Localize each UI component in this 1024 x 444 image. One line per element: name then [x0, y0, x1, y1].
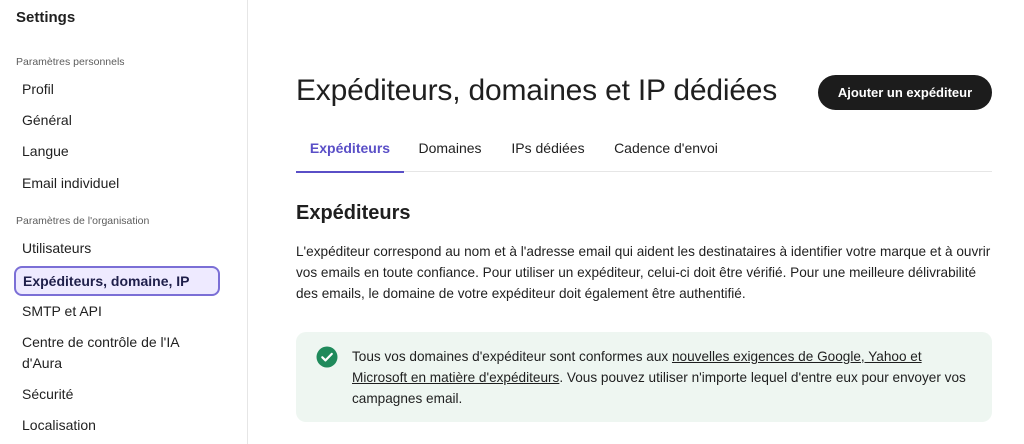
sidebar-item-langue[interactable]: Langue	[14, 141, 220, 162]
sidebar-item-centre-controle-ia[interactable]: Centre de contrôle de l'IA d'Aura	[14, 332, 220, 374]
compliance-alert: Tous vos domaines d'expéditeur sont conf…	[296, 332, 992, 422]
sidebar-item-profil[interactable]: Profil	[14, 79, 220, 100]
section-description: L'expéditeur correspond au nom et à l'ad…	[296, 244, 991, 301]
tab-ips-dediees[interactable]: IPs dédiées	[505, 128, 591, 172]
alert-text-before: Tous vos domaines d'expéditeur sont conf…	[352, 349, 672, 364]
org-settings-label: Paramètres de l'organisation	[16, 215, 150, 227]
tab-domaines[interactable]: Domaines	[413, 128, 487, 172]
tab-expediteurs[interactable]: Expéditeurs	[296, 128, 404, 173]
add-sender-button[interactable]: Ajouter un expéditeur	[818, 75, 992, 110]
check-circle-icon	[316, 346, 338, 368]
sidebar-item-email-individuel[interactable]: Email individuel	[14, 173, 220, 194]
personal-settings-label: Paramètres personnels	[16, 56, 125, 68]
main-content: Expéditeurs, domaines et IP dédiées Ajou…	[248, 0, 1024, 444]
sidebar-title: Settings	[16, 9, 76, 26]
tab-cadence-envoi[interactable]: Cadence d'envoi	[608, 128, 724, 172]
sidebar-item-securite[interactable]: Sécurité	[14, 384, 220, 405]
page-title: Expéditeurs, domaines et IP dédiées	[296, 74, 778, 107]
sidebar-item-utilisateurs[interactable]: Utilisateurs	[14, 238, 220, 259]
alert-message: Tous vos domaines d'expéditeur sont conf…	[352, 346, 976, 409]
tab-bar: Expéditeurs Domaines IPs dédiées Cadence…	[296, 128, 992, 173]
section-title: Expéditeurs	[296, 202, 411, 224]
sidebar-item-general[interactable]: Général	[14, 110, 220, 131]
sidebar-item-smtp-api[interactable]: SMTP et API	[14, 301, 220, 322]
sidebar-item-localisation[interactable]: Localisation	[14, 415, 220, 436]
sidebar-item-expediteurs-domaine-ip[interactable]: Expéditeurs, domaine, IP	[14, 266, 220, 296]
settings-sidebar: Settings Paramètres personnels Profil Gé…	[0, 0, 248, 444]
